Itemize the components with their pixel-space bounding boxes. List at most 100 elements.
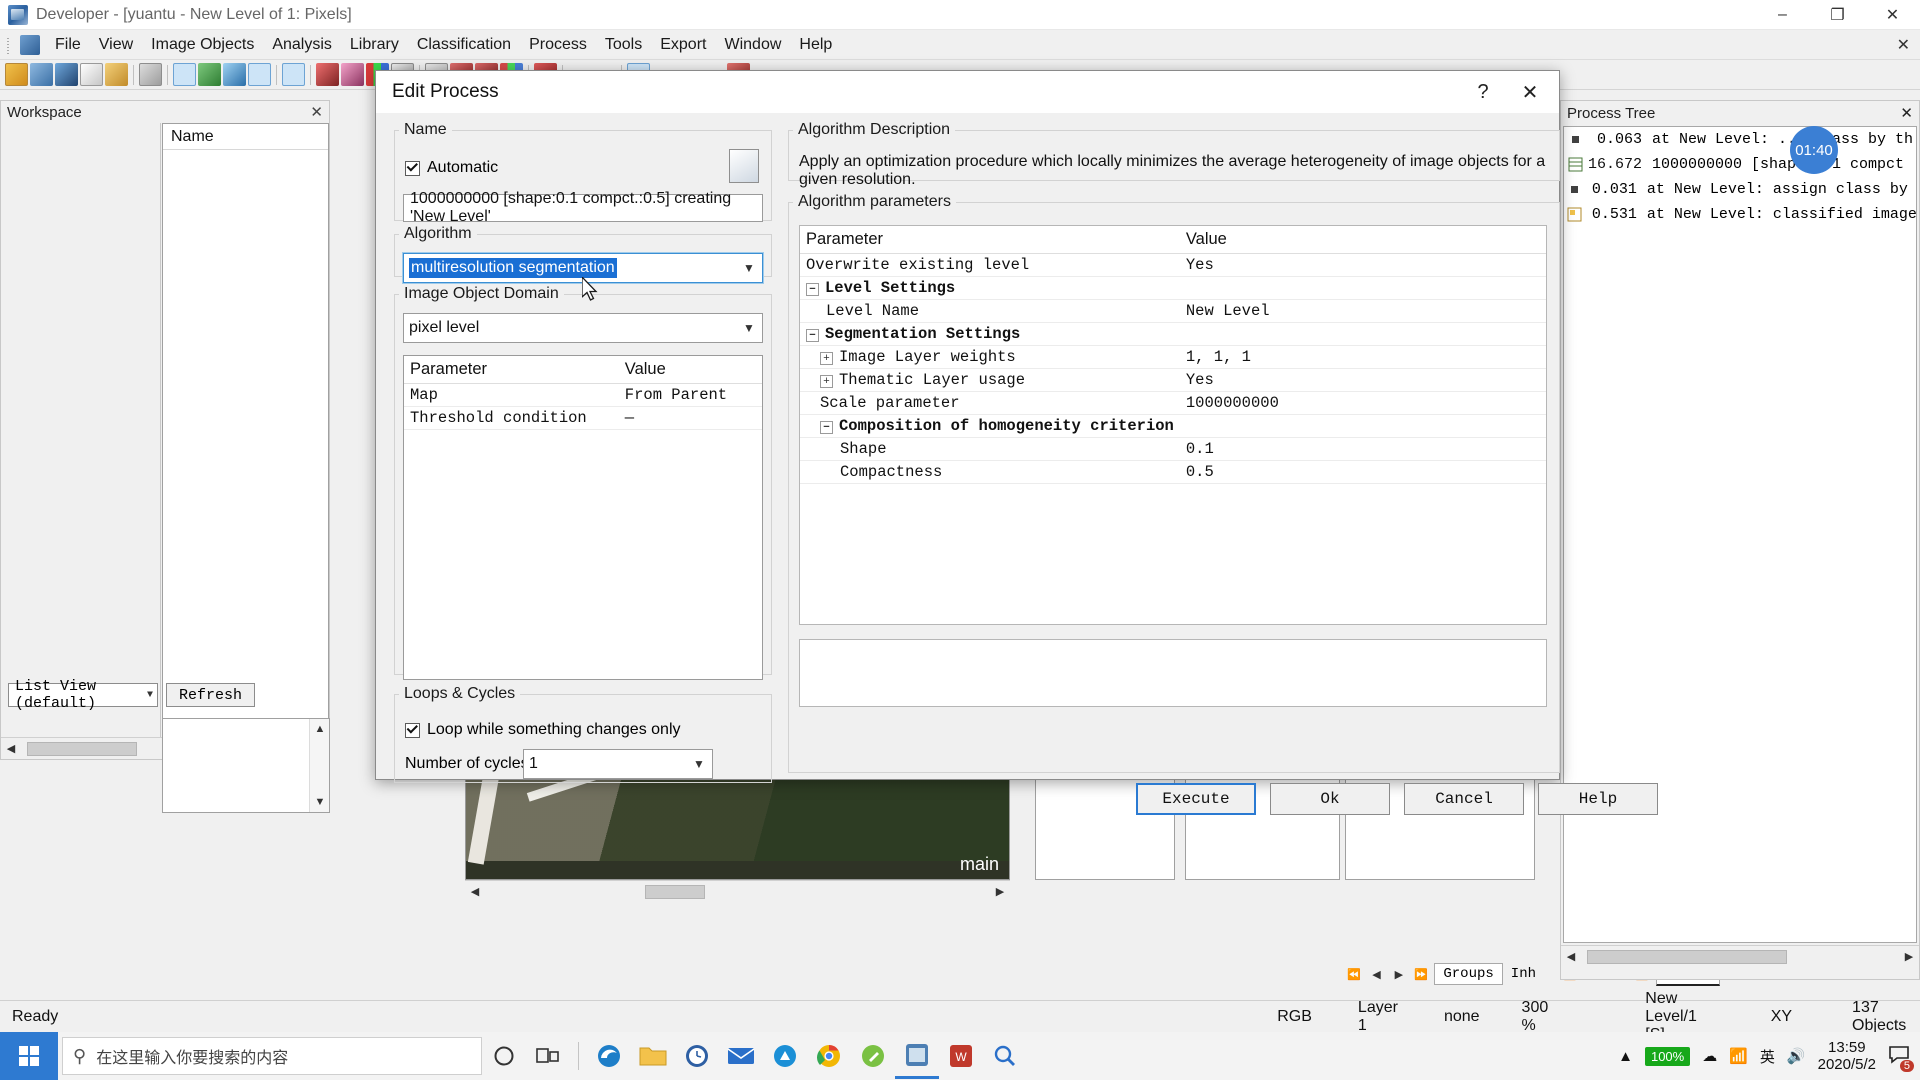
number-of-cycles-select[interactable]: 1 ▼ bbox=[523, 749, 713, 779]
table-row-group[interactable]: − Composition of homogeneity criterion bbox=[800, 414, 1546, 438]
chevron-down-icon[interactable]: ▼ bbox=[736, 314, 762, 342]
execute-button[interactable]: Execute bbox=[1136, 783, 1256, 815]
collapse-minus-icon[interactable]: − bbox=[806, 329, 819, 342]
scroll-down-icon[interactable]: ▼ bbox=[310, 792, 330, 812]
table-row-group[interactable]: − Segmentation Settings bbox=[800, 322, 1546, 346]
close-icon[interactable]: ✕ bbox=[310, 103, 323, 121]
domain-parameters-table[interactable]: Parameter Value Map From Parent Threshol… bbox=[403, 355, 763, 680]
table-row[interactable]: + Thematic Layer usage Yes bbox=[800, 368, 1546, 392]
menu-item-analysis[interactable]: Analysis bbox=[263, 32, 341, 58]
close-icon[interactable]: ✕ bbox=[1900, 104, 1913, 122]
battery-badge[interactable]: 100% bbox=[1644, 1046, 1691, 1066]
help-button[interactable]: Help bbox=[1538, 783, 1658, 815]
wps-icon[interactable]: W bbox=[939, 1033, 983, 1079]
table-row[interactable]: Shape 0.1 bbox=[800, 437, 1546, 461]
menu-item-export[interactable]: Export bbox=[651, 32, 715, 58]
table-row[interactable]: + Image Layer weights 1, 1, 1 bbox=[800, 345, 1546, 369]
table-row[interactable]: Compactness 0.5 bbox=[800, 460, 1546, 484]
chevron-down-icon[interactable]: ▼ bbox=[686, 750, 712, 778]
class-hierarchy-icon[interactable] bbox=[198, 63, 221, 86]
cortana-icon[interactable] bbox=[482, 1033, 526, 1079]
column-header-name[interactable]: Name bbox=[163, 124, 328, 150]
domain-select[interactable]: pixel level ▼ bbox=[403, 313, 763, 343]
copy-name-icon[interactable] bbox=[729, 149, 759, 183]
help-icon[interactable]: ? bbox=[1461, 72, 1505, 112]
process-tree-row[interactable]: 0.531 at New Level: classified image o bbox=[1564, 202, 1916, 227]
clock-app-icon[interactable] bbox=[675, 1033, 719, 1079]
table-row[interactable]: Map From Parent bbox=[404, 383, 762, 407]
minimize-button[interactable]: – bbox=[1755, 0, 1810, 30]
process-tree-row[interactable]: 0.063 at New Level: ... class by th bbox=[1564, 127, 1916, 152]
table-row[interactable]: Overwrite existing level Yes bbox=[800, 253, 1546, 277]
collapse-minus-icon[interactable]: − bbox=[806, 283, 819, 296]
load-image-icon[interactable] bbox=[282, 63, 305, 86]
onedrive-icon[interactable]: ☁ bbox=[1702, 1047, 1717, 1065]
menu-item-window[interactable]: Window bbox=[715, 32, 790, 58]
dialog-close-icon[interactable]: ✕ bbox=[1505, 72, 1555, 112]
edge-icon[interactable] bbox=[587, 1033, 631, 1079]
algorithm-select[interactable]: multiresolution segmentation ▼ bbox=[402, 252, 764, 284]
process-tree-row[interactable]: 16.672 1000000000 [shape:0.1 compct bbox=[1564, 152, 1916, 177]
process-tree-icon[interactable] bbox=[173, 63, 196, 86]
magnifier-app-icon[interactable] bbox=[983, 1033, 1027, 1079]
menu-item-view[interactable]: View bbox=[90, 32, 142, 58]
scroll-right-icon[interactable]: ▶ bbox=[1899, 947, 1919, 967]
menu-item-process[interactable]: Process bbox=[520, 32, 596, 58]
store-icon[interactable] bbox=[763, 1033, 807, 1079]
tab-inheritance[interactable]: Inh bbox=[1507, 964, 1540, 984]
last-page-icon[interactable]: ⏩ bbox=[1412, 964, 1430, 984]
list-view-select[interactable]: List View (default) ▼ bbox=[8, 678, 158, 712]
file-explorer-icon[interactable] bbox=[631, 1033, 675, 1079]
scroll-up-icon[interactable]: ▲ bbox=[310, 719, 330, 739]
scroll-left-icon[interactable]: ◀ bbox=[1, 739, 21, 759]
expand-plus-icon[interactable]: + bbox=[820, 375, 833, 388]
open-workspace-icon[interactable] bbox=[105, 63, 128, 86]
prev-page-icon[interactable]: ◀ bbox=[1367, 964, 1385, 984]
collapse-minus-icon[interactable]: − bbox=[820, 421, 833, 434]
menu-item-image-objects[interactable]: Image Objects bbox=[142, 32, 263, 58]
start-button[interactable] bbox=[0, 1032, 58, 1080]
automatic-checkbox[interactable]: Automatic bbox=[405, 159, 498, 177]
table-row-group[interactable]: − Level Settings bbox=[800, 276, 1546, 300]
ecognition-app-icon[interactable] bbox=[895, 1033, 939, 1079]
feature-view-icon[interactable] bbox=[223, 63, 246, 86]
scroll-left-icon[interactable]: ◀ bbox=[465, 882, 485, 902]
refresh-button[interactable]: Refresh bbox=[166, 683, 256, 707]
cancel-button[interactable]: Cancel bbox=[1404, 783, 1524, 815]
process-tree-row[interactable]: 0.031 at New Level: assign class by th bbox=[1564, 177, 1916, 202]
close-button[interactable]: ✕ bbox=[1865, 0, 1920, 30]
image-view-hscrollbar[interactable]: ◀ ▶ bbox=[465, 880, 1010, 902]
taskbar-search-input[interactable]: ⚲ 在这里输入你要搜索的内容 bbox=[62, 1037, 482, 1075]
menu-item-help[interactable]: Help bbox=[790, 32, 841, 58]
table-row[interactable]: Scale parameter 1000000000 bbox=[800, 391, 1546, 415]
table-row[interactable]: Level Name New Level bbox=[800, 299, 1546, 323]
scrollbar-thumb[interactable] bbox=[27, 741, 137, 756]
ime-indicator[interactable]: 英 bbox=[1760, 1046, 1775, 1067]
mail-icon[interactable] bbox=[719, 1033, 763, 1079]
table-row[interactable]: Threshold condition — bbox=[404, 406, 762, 430]
new-project-icon[interactable] bbox=[5, 63, 28, 86]
close-document-icon[interactable]: ✕ bbox=[1897, 35, 1910, 55]
first-page-icon[interactable]: ⏪ bbox=[1345, 964, 1363, 984]
chevron-down-icon[interactable]: ▼ bbox=[736, 254, 762, 282]
taskbar-clock[interactable]: 13:59 2020/5/2 bbox=[1818, 1039, 1876, 1074]
scroll-left-icon[interactable]: ◀ bbox=[1561, 947, 1581, 967]
process-tree-hscrollbar[interactable]: ◀ ▶ bbox=[1561, 945, 1919, 967]
scroll-right-icon[interactable]: ▶ bbox=[990, 882, 1010, 902]
menu-item-tools[interactable]: Tools bbox=[596, 32, 651, 58]
image-object-info-icon[interactable] bbox=[248, 63, 271, 86]
volume-icon[interactable]: 🔊 bbox=[1787, 1047, 1806, 1065]
copy-icon[interactable] bbox=[139, 63, 162, 86]
scrollbar-thumb[interactable] bbox=[645, 884, 705, 899]
ok-button[interactable]: Ok bbox=[1270, 783, 1390, 815]
open-project-icon[interactable] bbox=[30, 63, 53, 86]
expand-plus-icon[interactable]: + bbox=[820, 352, 833, 365]
menu-item-classification[interactable]: Classification bbox=[408, 32, 520, 58]
process-tree-list[interactable]: 0.063 at New Level: ... class by th 16.6… bbox=[1563, 126, 1917, 943]
process-name-input[interactable]: 1000000000 [shape:0.1 compct.:0.5] creat… bbox=[403, 190, 763, 225]
layer-mix-icon[interactable] bbox=[316, 63, 339, 86]
chrome-icon[interactable] bbox=[807, 1033, 851, 1079]
notes-icon[interactable] bbox=[851, 1033, 895, 1079]
workspace-tree-pane[interactable] bbox=[1, 123, 161, 759]
detail-pane-vscrollbar[interactable]: ▲ ▼ bbox=[309, 719, 329, 812]
